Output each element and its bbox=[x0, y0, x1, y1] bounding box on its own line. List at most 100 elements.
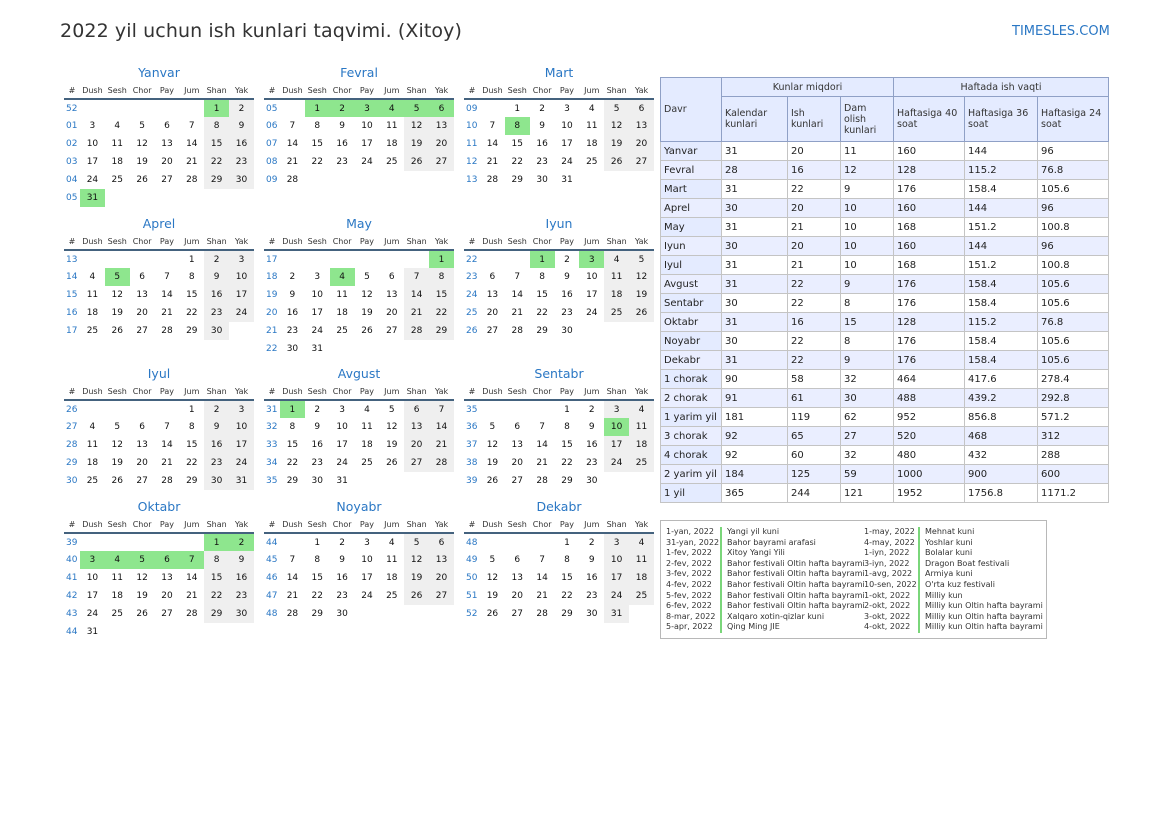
day-header: Pay bbox=[354, 517, 380, 534]
day-cell: 4 bbox=[364, 404, 370, 415]
day-header: Shan bbox=[404, 234, 430, 251]
day-cell: 4 bbox=[604, 250, 630, 268]
summary-row: Yanvar 31 20 11 160 144 96 bbox=[660, 141, 1109, 161]
day-cell: 19 bbox=[629, 286, 654, 304]
day-cell: 3 bbox=[604, 400, 630, 418]
day-cell: 31 bbox=[229, 472, 254, 490]
day-cell: 1 bbox=[188, 254, 195, 265]
month-name: Sentabr bbox=[534, 366, 584, 381]
day-header: # bbox=[64, 384, 80, 401]
day-header: Jum bbox=[579, 384, 605, 401]
day-cell: 17 bbox=[336, 440, 348, 450]
week-number: 50 bbox=[466, 573, 478, 583]
day-header: Sesh bbox=[304, 234, 330, 251]
day-header: Pay bbox=[154, 83, 180, 100]
week-number: 26 bbox=[66, 404, 78, 415]
day-cell bbox=[105, 189, 130, 207]
week-number: 36 bbox=[466, 422, 478, 432]
day-header: Dush bbox=[280, 384, 305, 401]
month-calendar: Mart # Dush Sesh Chor Pay Jum Shan Yak 09 1 2 3 4 5 6 10… bbox=[464, 65, 654, 189]
day-cell bbox=[229, 623, 254, 641]
day-cell: 5 bbox=[364, 272, 370, 282]
month-calendar: Avgust # Dush Sesh Chor Pay Jum Shan Yak 31 1 2 3 4 5 6… bbox=[264, 366, 454, 490]
day-cell: 7 bbox=[289, 121, 296, 131]
week-number: 13 bbox=[466, 175, 478, 185]
holiday-date: 6-fev, 2022 bbox=[666, 601, 712, 611]
day-cell: 29 bbox=[186, 476, 198, 486]
day-header: Jum bbox=[379, 384, 405, 401]
day-cell: 20 bbox=[629, 135, 654, 153]
day-cell bbox=[404, 340, 429, 358]
day-cell: 24 bbox=[229, 454, 254, 472]
day-cell: 13 bbox=[386, 290, 398, 300]
day-cell: 15 bbox=[286, 440, 299, 450]
summary-value: 8 bbox=[840, 331, 894, 351]
week-number: 05 bbox=[266, 103, 278, 114]
day-cell bbox=[179, 99, 204, 117]
holiday-item: 2-fev, 2022 Bahor festivali Oltin hafta b… bbox=[666, 558, 865, 570]
holiday-name: Armiya kuni bbox=[918, 569, 973, 580]
day-cell: 22 bbox=[204, 153, 230, 171]
day-cell: 12 bbox=[386, 422, 398, 432]
summary-value: 105.6 bbox=[1037, 350, 1109, 370]
day-cell: 28 bbox=[536, 476, 548, 486]
summary-value: 12 bbox=[840, 160, 894, 180]
day-header: Chor bbox=[529, 83, 555, 100]
day-cell: 20 bbox=[486, 308, 499, 318]
holiday-name: Bolalar kuni bbox=[918, 548, 972, 559]
summary-value: 62 bbox=[840, 407, 894, 427]
day-cell: 9 bbox=[539, 121, 545, 131]
day-cell: 15 bbox=[204, 569, 230, 587]
day-header: Sesh bbox=[504, 517, 530, 534]
day-cell: 14 bbox=[486, 139, 499, 149]
day-cell: 9 bbox=[564, 272, 570, 282]
holiday-item: 2-okt, 2022 Milliy kun Oltin hafta bayram… bbox=[864, 601, 1043, 612]
day-cell: 28 bbox=[186, 609, 198, 619]
day-cell: 16 bbox=[204, 286, 230, 304]
day-cell: 16 bbox=[336, 139, 348, 149]
day-cell: 20 bbox=[404, 436, 430, 454]
day-cell: 2 bbox=[329, 99, 355, 117]
month-calendar: Noyabr # Dush Sesh Chor Pay Jum Shan Yak 44 1 2 3 4 5 6… bbox=[264, 499, 454, 623]
day-cell: 10 bbox=[86, 573, 99, 583]
day-cell: 13 bbox=[486, 290, 499, 300]
day-cell: 7 bbox=[514, 272, 521, 282]
site-link[interactable]: TIMESLES.COM bbox=[1012, 24, 1110, 39]
summary-value: 9 bbox=[840, 179, 894, 199]
day-cell: 21 bbox=[404, 304, 430, 322]
summary-value: 439.2 bbox=[964, 388, 1038, 408]
holiday-name: Milliy kun Oltin hafta bayrami bbox=[918, 611, 1043, 623]
day-cell: 29 bbox=[429, 322, 454, 340]
day-cell bbox=[130, 400, 155, 418]
summary-period: Mart bbox=[660, 179, 722, 199]
day-cell: 12 bbox=[111, 440, 123, 450]
day-cell: 14 bbox=[161, 290, 173, 300]
day-cell: 14 bbox=[511, 290, 523, 300]
holiday-item: 1-may, 2022 Mehnat kuni bbox=[864, 527, 1043, 538]
day-cell bbox=[355, 340, 380, 358]
month-name: Iyul bbox=[147, 366, 171, 381]
summary-value: 144 bbox=[964, 141, 1038, 161]
day-header: Jum bbox=[379, 83, 405, 100]
day-cell: 15 bbox=[186, 440, 198, 450]
summary-period: Dekabr bbox=[660, 350, 722, 370]
day-cell: 26 bbox=[404, 153, 430, 171]
day-cell: 28 bbox=[161, 326, 173, 336]
summary-row: 1 chorak 90 58 32 464 417.6 278.4 bbox=[660, 369, 1109, 389]
day-cell bbox=[379, 171, 404, 189]
day-cell: 12 bbox=[361, 290, 373, 300]
day-cell bbox=[355, 171, 380, 189]
day-cell: 17 bbox=[561, 139, 573, 149]
week-number: 20 bbox=[266, 308, 278, 318]
day-cell bbox=[130, 250, 155, 268]
day-header: Shan bbox=[604, 517, 630, 534]
day-cell bbox=[80, 533, 105, 551]
day-cell: 6 bbox=[139, 272, 145, 282]
month-name: Dekabr bbox=[536, 499, 582, 514]
week-number: 04 bbox=[66, 175, 78, 185]
holiday-date: 5-fev, 2022 bbox=[666, 590, 712, 600]
day-cell: 9 bbox=[204, 268, 230, 286]
summary-value: 15 bbox=[840, 312, 894, 332]
day-cell: 23 bbox=[336, 157, 348, 167]
day-cell: 20 bbox=[136, 308, 148, 318]
